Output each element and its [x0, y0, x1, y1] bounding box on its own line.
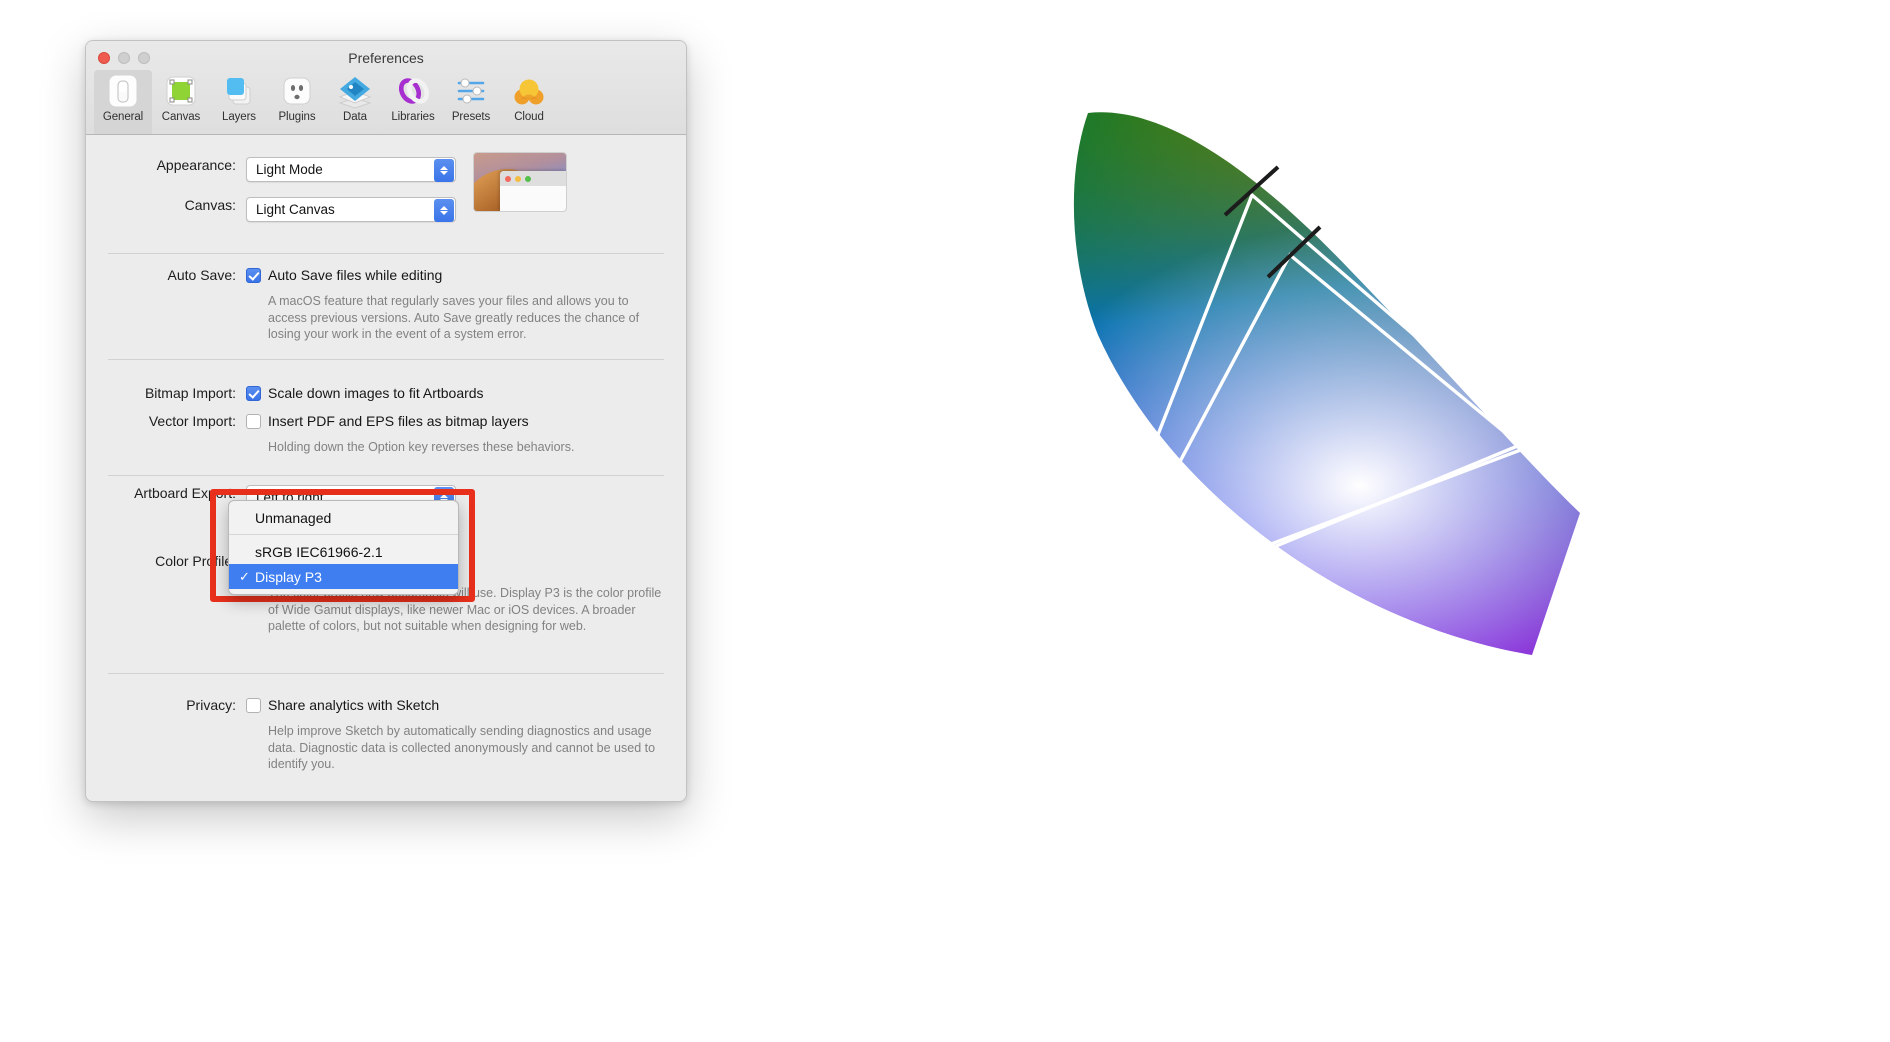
- window-titlebar: Preferences General Canvas Layers Plugin…: [86, 41, 686, 135]
- outlet-icon: [278, 72, 316, 110]
- appearance-label: Appearance:: [156, 157, 236, 173]
- tab-presets-label: Presets: [451, 111, 491, 123]
- tab-canvas-label: Canvas: [161, 111, 201, 123]
- bitmap-import-label: Bitmap Import:: [144, 385, 236, 401]
- artboard-export-label: Artboard Export:: [134, 485, 236, 501]
- layers-icon: [220, 72, 258, 110]
- tab-presets[interactable]: Presets: [442, 70, 500, 134]
- checkmark-icon: ✓: [239, 568, 250, 584]
- privacy-row: Privacy: Share analytics with Sketch: [86, 697, 666, 713]
- cloud-icon: [510, 72, 548, 110]
- menu-item-display-p3[interactable]: ✓ Display P3: [229, 564, 458, 589]
- chevron-updown-icon[interactable]: [434, 199, 454, 222]
- menu-item-label: Display P3: [255, 568, 322, 585]
- divider: [108, 673, 664, 674]
- tab-plugins-label: Plugins: [278, 111, 316, 123]
- privacy-label: Privacy:: [186, 697, 236, 713]
- divider: [108, 253, 664, 254]
- auto-save-label: Auto Save:: [167, 267, 237, 283]
- data-icon: [336, 72, 374, 110]
- tab-layers[interactable]: Layers: [210, 70, 268, 134]
- vector-import-label: Vector Import:: [148, 413, 236, 429]
- menu-separator: [229, 534, 458, 535]
- color-gamut-diagram: P3 Display sRGB: [1020, 95, 1870, 715]
- switch-icon: [104, 72, 142, 110]
- link-icon: [394, 72, 432, 110]
- sliders-icon: [452, 72, 490, 110]
- divider: [108, 475, 664, 476]
- divider: [108, 359, 664, 360]
- color-profile-label: Color Profile:: [155, 553, 236, 569]
- chevron-updown-icon[interactable]: [434, 159, 454, 182]
- tab-libraries-label: Libraries: [391, 111, 435, 123]
- auto-save-row: Auto Save: Auto Save files while editing: [86, 267, 666, 283]
- preferences-toolbar: General Canvas Layers Plugins Data Libra…: [86, 68, 686, 134]
- tab-layers-label: Layers: [222, 111, 256, 123]
- preferences-window: Preferences General Canvas Layers Plugin…: [85, 40, 687, 802]
- vector-import-checkbox[interactable]: [246, 414, 261, 429]
- privacy-hint: Help improve Sketch by automatically sen…: [268, 724, 656, 772]
- window-title: Preferences: [348, 50, 424, 66]
- tab-cloud[interactable]: Cloud: [500, 70, 558, 134]
- artboard-icon: [162, 72, 200, 110]
- tab-libraries[interactable]: Libraries: [384, 70, 442, 134]
- auto-save-checkbox[interactable]: [246, 268, 261, 283]
- auto-save-hint: A macOS feature that regularly saves you…: [268, 294, 640, 342]
- vector-import-checkbox-label: Insert PDF and EPS files as bitmap layer…: [268, 413, 529, 429]
- appearance-value: Light Mode: [256, 162, 323, 177]
- canvas-label: Canvas:: [184, 197, 236, 213]
- menu-item-label: sRGB IEC61966-2.1: [255, 543, 383, 560]
- color-profile-dropdown-menu[interactable]: Unmanaged sRGB IEC61966-2.1 ✓ Display P3: [228, 500, 459, 595]
- vector-import-row: Vector Import: Insert PDF and EPS files …: [86, 413, 666, 429]
- menu-item-srgb[interactable]: sRGB IEC61966-2.1: [229, 539, 458, 564]
- menu-item-unmanaged[interactable]: Unmanaged: [229, 505, 458, 530]
- canvas-popup[interactable]: Light Canvas: [246, 197, 456, 222]
- privacy-checkbox-label: Share analytics with Sketch: [268, 697, 440, 713]
- bitmap-import-row: Bitmap Import: Scale down images to fit …: [86, 385, 666, 401]
- tab-data-label: Data: [343, 111, 367, 123]
- tab-data[interactable]: Data: [326, 70, 384, 134]
- appearance-row: Appearance: Light Mode: [86, 157, 466, 182]
- tab-canvas[interactable]: Canvas: [152, 70, 210, 134]
- canvas-value: Light Canvas: [256, 202, 335, 217]
- canvas-row: Canvas: Light Canvas: [86, 197, 466, 222]
- bitmap-import-checkbox[interactable]: [246, 386, 261, 401]
- privacy-checkbox[interactable]: [246, 698, 261, 713]
- gamut-fill: [1073, 112, 1581, 655]
- tab-general-label: General: [102, 111, 144, 123]
- menu-item-label: Unmanaged: [255, 509, 332, 526]
- vector-import-hint: Holding down the Option key reverses the…: [268, 440, 575, 454]
- general-pane: Appearance: Light Mode Canvas: Light Can…: [86, 135, 686, 801]
- gamut-svg: [1073, 112, 1581, 655]
- tab-plugins[interactable]: Plugins: [268, 70, 326, 134]
- screen: Preferences General Canvas Layers Plugin…: [0, 0, 1890, 1042]
- appearance-popup[interactable]: Light Mode: [246, 157, 456, 182]
- bitmap-import-checkbox-label: Scale down images to fit Artboards: [268, 385, 484, 401]
- tab-cloud-label: Cloud: [514, 111, 544, 123]
- auto-save-checkbox-label: Auto Save files while editing: [268, 267, 443, 283]
- appearance-preview-thumbnail: [474, 153, 566, 211]
- tab-general[interactable]: General: [94, 70, 152, 134]
